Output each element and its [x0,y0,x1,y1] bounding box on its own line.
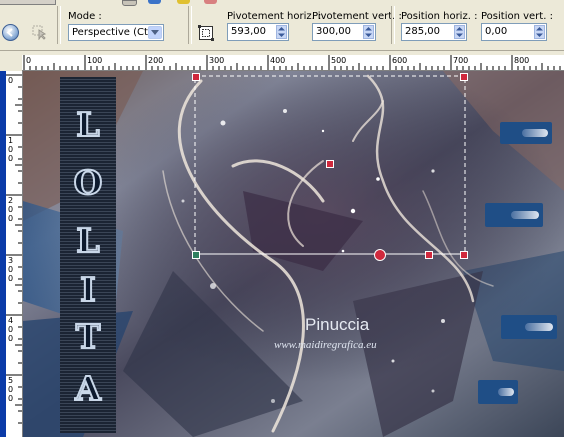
position-horiz-value: 285,00 [405,26,440,37]
ruler-label: 300 [8,256,14,283]
tool-options-bar: Mode : Perspective (Ctrl) Pivotement hor… [0,0,564,51]
palette-tab[interactable] [0,0,56,5]
handle-bottom-left[interactable] [192,251,200,259]
pick-tool-icon[interactable] [31,24,47,41]
spin-arrows-icon[interactable] [534,25,545,39]
transform-overlay [194,75,466,255]
spin-arrows-icon[interactable] [363,25,374,39]
ruler-label: 500 [331,56,347,65]
pivot-vert-label: Pivotement vert. : [312,11,402,22]
position-vert-value: 0,00 [485,26,508,37]
ruler-label: 0 [26,56,32,65]
position-vert-label: Position vert. : [481,11,553,22]
ruler-label: 700 [453,56,469,65]
ruler-label: 400 [8,316,14,343]
position-horiz-label: Position horiz. : [401,11,478,22]
separator [57,6,61,44]
ruler-label: 300 [209,56,225,65]
toolbar-icon-3[interactable] [177,0,190,4]
ruler-label: 600 [392,56,408,65]
ruler-label: 200 [148,56,164,65]
horizontal-ruler[interactable]: 0 100 200 300 400 500 600 700 800 [22,55,564,71]
mode-select[interactable]: Perspective (Ctrl) [68,24,164,41]
ruler-label: 800 [514,56,530,65]
ruler-label: 100 [8,136,14,163]
toolbar-icon-2[interactable] [148,0,161,4]
vertical-ruler[interactable]: 0 100 200 300 400 500 [6,71,23,437]
position-vert-input[interactable]: 0,00 [481,23,547,41]
handle-top-right[interactable] [460,73,468,81]
pivot-horiz-label: Pivotement horiz. : [227,11,322,22]
frame-icon[interactable] [198,25,214,41]
spin-arrows-icon[interactable] [276,25,287,39]
ruler-label: 500 [8,376,14,403]
handle-bottom-right[interactable] [460,251,468,259]
handle-top-left[interactable] [192,73,200,81]
separator [391,6,395,44]
pivot-handle[interactable] [326,160,334,168]
toolbar-icon-4[interactable] [204,0,217,4]
toolbar-icon-1[interactable] [122,0,137,6]
pivot-horiz-value: 593,00 [231,26,266,37]
image-canvas[interactable]: L O L I T A Pinuccia www.maidiregrafica.… [23,71,564,437]
position-horiz-input[interactable]: 285,00 [401,23,467,41]
ruler-label: 400 [270,56,286,65]
rotation-handle[interactable] [374,249,386,261]
ruler-corner [0,55,22,71]
back-arrow-icon[interactable] [2,24,19,41]
spin-arrows-icon[interactable] [454,25,465,39]
ruler-label: 100 [87,56,103,65]
handle-bottom-mid[interactable] [425,251,433,259]
pivot-horiz-input[interactable]: 593,00 [227,23,289,41]
top-strip [0,0,564,6]
pivot-vert-value: 300,00 [316,26,351,37]
mode-label: Mode : [68,11,102,22]
ruler-label: 0 [8,76,14,85]
pivot-vert-input[interactable]: 300,00 [312,23,376,41]
dropdown-arrow-icon[interactable] [148,26,162,39]
ruler-label: 200 [8,196,14,223]
ruler-ticks [23,55,561,70]
mode-select-value: Perspective (Ctrl) [72,27,159,38]
separator [188,6,192,44]
